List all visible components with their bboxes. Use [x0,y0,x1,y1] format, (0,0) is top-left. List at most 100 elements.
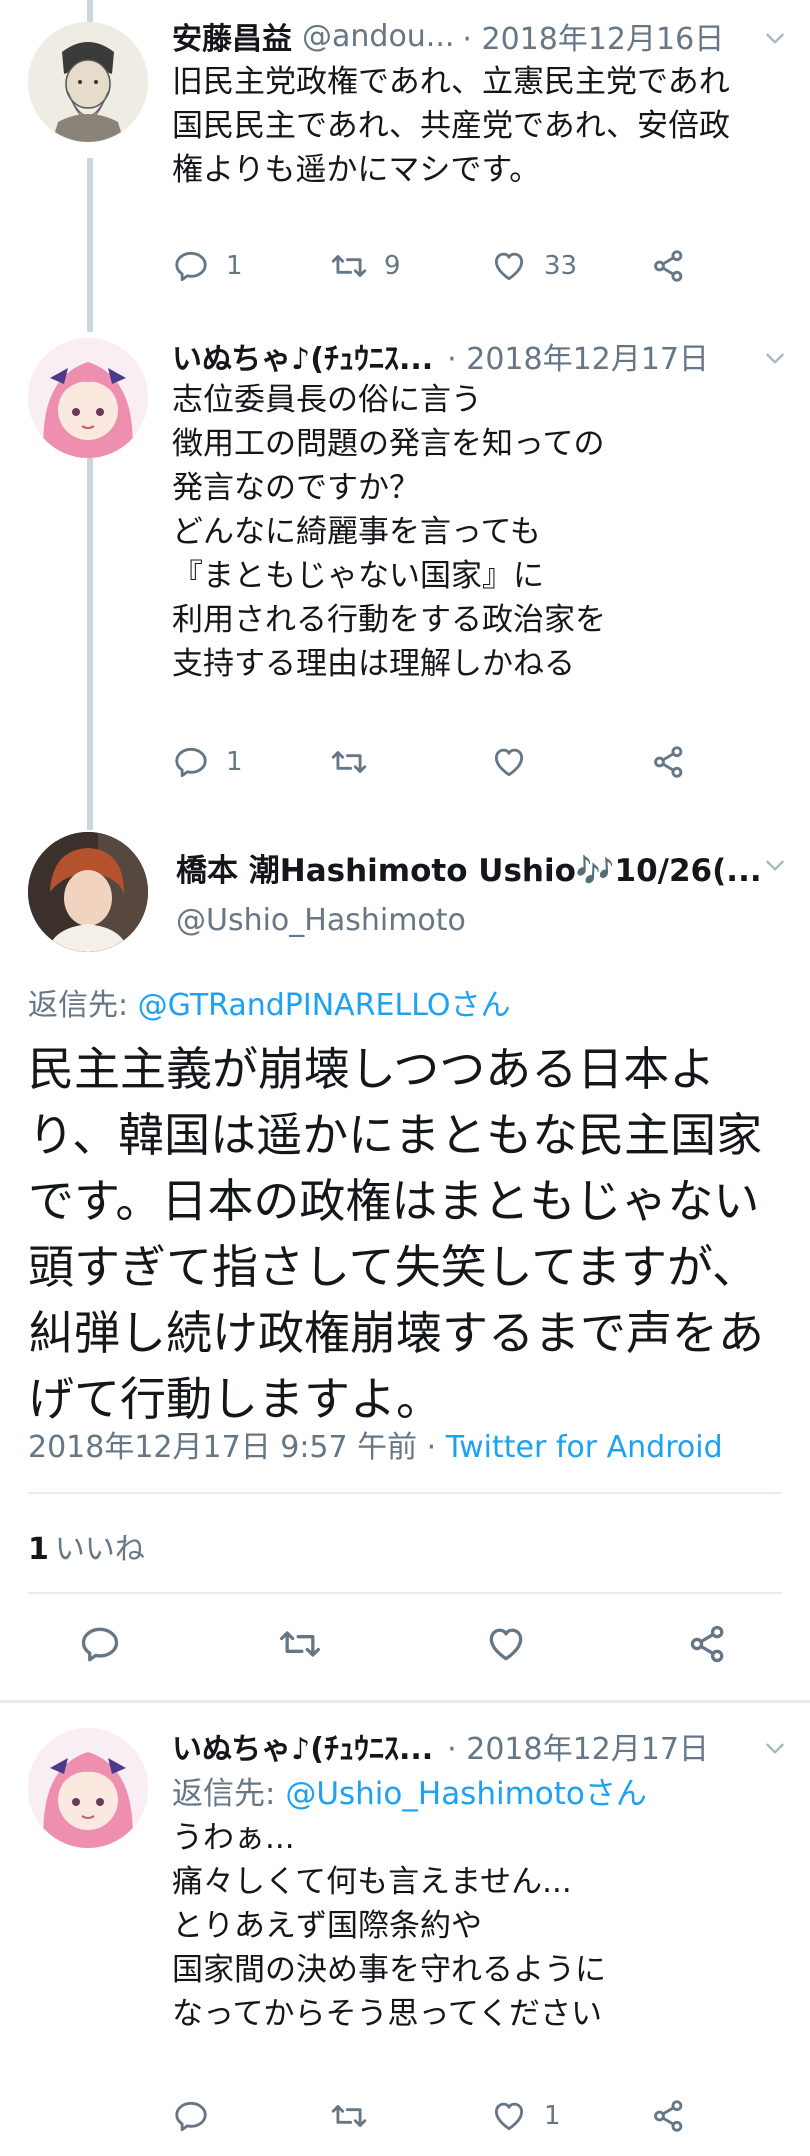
avatar-inucha[interactable] [28,338,148,458]
share-button[interactable] [686,1622,730,1666]
tweet-text-line: 『まともじゃない国家』に [172,558,544,594]
chevron-down-icon[interactable] [762,345,788,371]
tweet-text-line: 支持する理由は理解しかねる [172,646,575,682]
reply-header: いぬちゃ♪(ﾁｭｳﾆｽ... · 2018年12月17日 [172,1724,786,1768]
tweet-text-line: 利用される行動をする政治家を [172,602,606,638]
tweet-text-line: とりあえず国際条約や [172,1908,482,1944]
tweet-text-line: り、韓国は遥かにまともな民主国家 [28,1108,763,1162]
tweet-2-header: いぬちゃ♪(ﾁｭｳﾆｽ... · 2018年12月17日 [172,334,786,378]
tweet-metadata: 2018年12月17日 9:57 午前 · Twitter for Androi… [28,1422,723,1466]
thread-line-2 [87,458,93,830]
retweet-button[interactable] [330,740,384,784]
tweet-text-line: です。日本の政権はまともじゃない [28,1174,760,1228]
tweet-text-line: 民主主義が崩壊しつつある日本よ [28,1042,716,1096]
main-author-name[interactable]: 橋本 潮Hashimoto Ushio🎶10/26(... [176,845,762,890]
tweet-text-line: 頭すぎて指さして失笑してますが、 [28,1240,759,1294]
tweet-text-line: どんなに綺麗事を言っても [172,514,541,550]
avatar-hashimoto[interactable] [28,832,148,952]
retweet-icon [330,247,368,285]
reply-button[interactable]: 1 [172,244,243,288]
like-button[interactable] [484,1622,528,1666]
avatar-ando[interactable] [28,22,148,142]
reply-to-mention[interactable]: @GTRandPINARELLOさん [138,988,511,1023]
reply-icon [172,2097,210,2135]
tweet-timestamp: 2018年12月17日 9:57 午前 · [28,1430,446,1465]
retweet-icon [330,743,368,781]
like-button[interactable]: 33 [490,244,577,288]
tweet-text-line: 旧民主党政権であれ、立憲民主党であれ [172,64,730,100]
tweet-text-line: 発言なのですか？ [172,470,420,506]
profile-photo-icon [28,832,148,952]
reply-button[interactable] [172,2094,226,2138]
like-button[interactable] [490,740,544,784]
author-name[interactable]: 安藤昌益 [172,14,292,58]
retweet-icon [278,1622,322,1666]
reply-icon [172,247,210,285]
tweet-source-link[interactable]: Twitter for Android [446,1430,723,1465]
reply-to-line: 返信先: @GTRandPINARELLOさん [28,980,510,1024]
retweet-button[interactable] [330,2094,384,2138]
like-stat-label: いいね [54,1532,145,1567]
tweet-text-line: 国家間の決め事を守れるように [172,1952,606,1988]
author-name[interactable]: いぬちゃ♪(ﾁｭｳﾆｽ... [172,1724,433,1768]
reply-icon [172,743,210,781]
like-stat-count: 1 [28,1532,49,1567]
share-button[interactable] [650,244,688,288]
thread-line-1 [87,158,93,332]
reply-text: 返信先: @Ushio_Hashimotoさん うわぁ... 痛々しくて何も言え… [172,1772,780,2036]
tweet-text-line: 糾弾し続け政権崩壊するまで声をあ [28,1306,764,1360]
like-icon [490,2097,528,2135]
anime-avatar-icon [28,1728,148,1848]
tweet-text-line: 志位委員長の俗に言う [172,382,482,418]
tweet-1-text: 旧民主党政権であれ、立憲民主党であれ 国民民主であれ、共産党であれ、安倍政 権よ… [172,60,780,192]
divider [28,1592,782,1594]
main-tweet-text: 民主主義が崩壊しつつある日本よ り、韓国は遥かにまともな民主国家 です。日本の政… [28,1036,798,1432]
like-stats[interactable]: 1 いいね [28,1524,145,1568]
main-tweet-actions [0,1622,810,1672]
share-icon [686,1622,730,1666]
tweet-date[interactable]: · 2018年12月17日 [447,334,709,378]
avatar-inucha[interactable] [28,1728,148,1848]
tweet-2-text: 志位委員長の俗に言う 徴用工の問題の発言を知っての 発言なのですか？ どんなに綺… [172,378,780,686]
share-icon [650,743,688,781]
reply-count: 1 [226,251,243,281]
reply-actions: 1 [172,2094,780,2138]
like-button[interactable]: 1 [490,2094,561,2138]
reply-to-line: 返信先: @Ushio_Hashimotoさん [172,1772,780,1816]
like-icon [484,1622,528,1666]
share-button[interactable] [650,740,688,784]
reply-button[interactable]: 1 [172,740,243,784]
reply-to-label: 返信先: [172,1776,286,1812]
retweet-button[interactable]: 9 [330,244,401,288]
reply-count: 1 [226,747,243,777]
share-icon [650,2097,688,2135]
portrait-illustration-icon [28,22,148,142]
reply-button[interactable] [78,1622,122,1666]
retweet-button[interactable] [278,1622,322,1666]
chevron-down-icon[interactable] [762,25,788,51]
tweet-date[interactable]: · 2018年12月17日 [447,1724,709,1768]
tweet-date[interactable]: · 2018年12月16日 [462,14,724,58]
author-handle[interactable]: @andou... [302,19,454,54]
chevron-down-icon[interactable] [762,852,788,878]
like-icon [490,247,528,285]
main-author-handle[interactable]: @Ushio_Hashimoto [176,903,466,938]
like-icon [490,743,528,781]
anime-avatar-icon [28,338,148,458]
chevron-down-icon[interactable] [762,1735,788,1761]
tweet-text-line: 権よりも遥かにマシです。 [172,152,541,188]
share-icon [650,247,688,285]
tweet-text-line: 国民民主であれ、共産党であれ、安倍政 [172,108,730,144]
tweet-1-actions: 1 9 33 [172,244,780,288]
author-name[interactable]: いぬちゃ♪(ﾁｭｳﾆｽ... [172,334,433,378]
section-separator [0,1700,810,1703]
tweet-2-actions: 1 [172,740,780,784]
like-count: 33 [544,251,578,281]
reply-to-mention[interactable]: @Ushio_Hashimotoさん [285,1776,647,1812]
share-button[interactable] [650,2094,688,2138]
tweet-text-line: 痛々しくて何も言えません... [172,1864,572,1900]
divider [28,1492,782,1494]
retweet-icon [330,2097,368,2135]
like-count: 1 [544,2101,561,2131]
reply-to-label: 返信先: [28,988,138,1023]
